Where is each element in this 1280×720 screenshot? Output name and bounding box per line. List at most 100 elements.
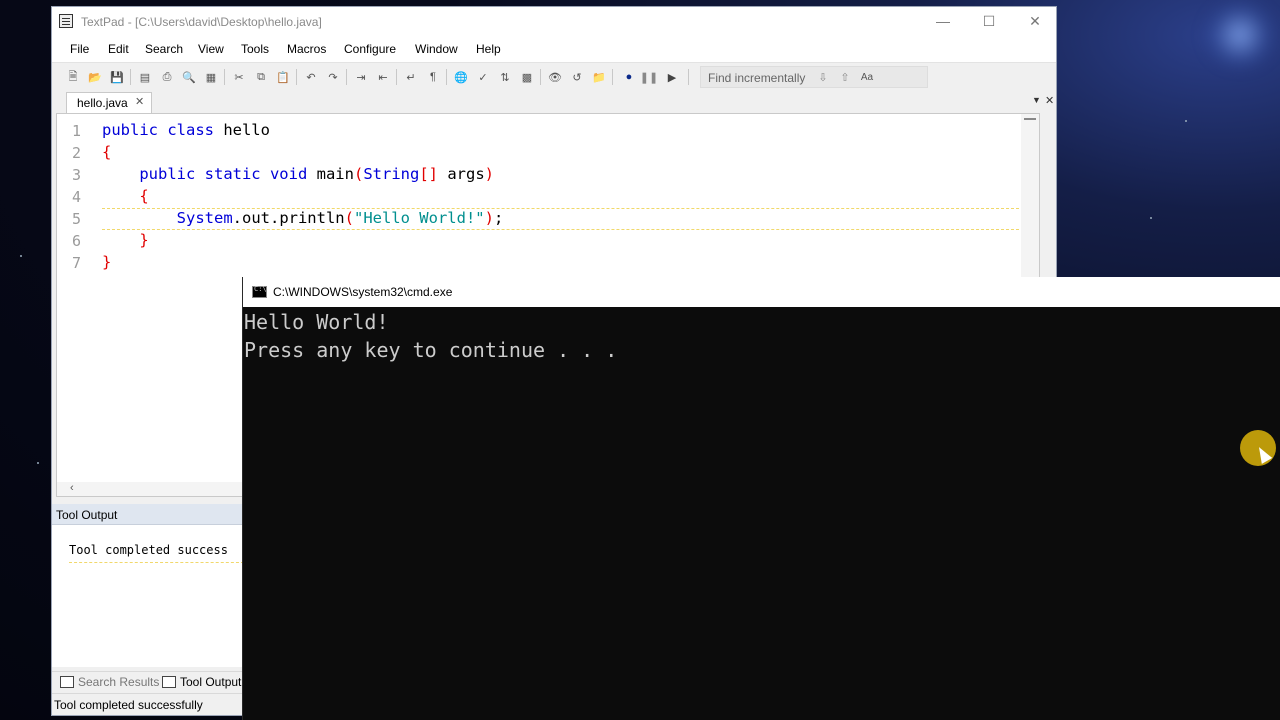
toolbar-separator <box>612 69 613 85</box>
textpad-titlebar[interactable]: TextPad - [C:\Users\david\Desktop\hello.… <box>52 7 1056 36</box>
tool-output-icon <box>162 676 176 688</box>
save-all-icon[interactable]: ▤ <box>137 69 153 85</box>
search-results-icon <box>60 676 74 688</box>
menu-search[interactable]: Search <box>145 42 183 56</box>
code-line-4[interactable]: { <box>102 187 148 205</box>
toolbar: 🗎 📂 💾 ▤ ⎙ 🔍 ▦ ✂ ⧉ 📋 ↶ ↷ ⇥ ⇤ ↵ ¶ 🌐 ✓ ⇅ ▩ … <box>52 62 1056 91</box>
tool-output-message: Tool completed success <box>69 543 228 557</box>
save-icon[interactable]: 💾 <box>109 69 125 85</box>
word-wrap-icon[interactable]: ↵ <box>403 69 419 85</box>
cut-icon[interactable]: ✂ <box>231 69 247 85</box>
print-icon[interactable]: ⎙ <box>159 69 175 85</box>
find-in-files-icon[interactable]: 📁 <box>591 69 607 85</box>
find-incrementally-placeholder: Find incrementally <box>708 71 806 85</box>
menu-configure[interactable]: Configure <box>344 42 396 56</box>
pause-macro-icon[interactable]: ❚❚ <box>640 69 658 85</box>
line-number: 3 <box>71 166 81 184</box>
play-macro-icon[interactable]: ▶ <box>664 69 680 85</box>
document-tab-bar: hello.java ✕ ▼ ✕ <box>52 90 1056 113</box>
scroll-thumb[interactable] <box>1024 118 1036 120</box>
cmd-titlebar[interactable]: C:\WINDOWS\system32\cmd.exe <box>243 277 1280 307</box>
toolbar-separator <box>446 69 447 85</box>
cmd-title: C:\WINDOWS\system32\cmd.exe <box>273 285 453 299</box>
code-line-5[interactable]: System.out.println("Hello World!"); <box>102 209 504 227</box>
cmd-window[interactable]: C:\WINDOWS\system32\cmd.exe Hello World!… <box>242 277 1280 720</box>
star <box>1150 217 1152 219</box>
line-number: 1 <box>71 122 81 140</box>
code-line-2[interactable]: { <box>102 143 111 161</box>
compare-icon[interactable]: ▩ <box>519 69 535 85</box>
redo-icon[interactable]: ↷ <box>325 69 341 85</box>
pilcrow-icon[interactable]: ¶ <box>425 69 441 85</box>
line-number: 4 <box>71 188 81 206</box>
close-button[interactable]: ✕ <box>1012 7 1058 36</box>
scroll-left-icon[interactable]: ‹ <box>70 482 74 494</box>
tab-label: hello.java <box>77 96 128 110</box>
menu-edit[interactable]: Edit <box>108 42 129 56</box>
find-icon[interactable]: 👁 <box>547 69 563 85</box>
toolbar-separator <box>346 69 347 85</box>
line-number: 2 <box>71 144 81 162</box>
copy-icon[interactable]: ⧉ <box>253 69 269 85</box>
maximize-button[interactable]: ☐ <box>966 7 1012 36</box>
status-bar: Tool completed successfully <box>52 693 244 715</box>
properties-icon[interactable]: ▦ <box>203 69 219 85</box>
tab-hello-java[interactable]: hello.java ✕ <box>66 92 152 113</box>
find-incrementally-box[interactable]: Find incrementally ⇩ ⇧ Aa <box>700 66 928 88</box>
toolbar-separator <box>130 69 131 85</box>
status-text: Tool completed successfully <box>54 698 203 712</box>
toolbar-separator <box>224 69 225 85</box>
new-file-icon[interactable]: 🗎 <box>65 69 81 85</box>
match-case-icon[interactable]: Aa <box>859 69 875 85</box>
star <box>1185 120 1187 122</box>
toolbar-separator <box>688 69 689 85</box>
print-preview-icon[interactable]: 🔍 <box>181 69 197 85</box>
textpad-app-icon[interactable] <box>59 14 73 28</box>
console-output-line: Press any key to continue . . . <box>244 338 618 362</box>
code-line-6[interactable]: } <box>102 231 148 249</box>
code-line-1[interactable]: public class hello <box>102 121 270 139</box>
tab-tool-output[interactable]: Tool Output <box>162 675 241 689</box>
outdent-icon[interactable]: ⇤ <box>375 69 391 85</box>
paste-icon[interactable]: 📋 <box>275 69 291 85</box>
code-line-3[interactable]: public static void main(String[] args) <box>102 165 494 183</box>
menu-help[interactable]: Help <box>476 42 501 56</box>
close-tab-icon[interactable]: ✕ <box>135 95 144 108</box>
open-folder-icon[interactable]: 📂 <box>87 69 103 85</box>
console-output-line: Hello World! <box>244 310 389 334</box>
spell-check-icon[interactable]: ✓ <box>475 69 491 85</box>
menu-macros[interactable]: Macros <box>287 42 326 56</box>
tab-search-results-label: Search Results <box>78 675 160 689</box>
record-macro-icon[interactable]: ● <box>621 69 637 85</box>
sort-icon[interactable]: ⇅ <box>497 69 513 85</box>
menubar: File Edit Search View Tools Macros Confi… <box>52 36 1056 62</box>
tool-output-pane: Tool Output Tool completed success Searc… <box>52 504 244 715</box>
toolbar-separator <box>540 69 541 85</box>
close-document-icon[interactable]: ✕ <box>1045 94 1054 107</box>
menu-window[interactable]: Window <box>415 42 458 56</box>
output-tab-bar: Search Results Tool Output <box>52 671 244 694</box>
minimize-button[interactable]: — <box>920 7 966 36</box>
menu-tools[interactable]: Tools <box>241 42 269 56</box>
code-line-7[interactable]: } <box>102 253 111 271</box>
star <box>37 462 39 464</box>
toolbar-separator <box>296 69 297 85</box>
tool-output-title: Tool Output <box>56 508 118 522</box>
tab-search-results[interactable]: Search Results <box>60 675 159 689</box>
tool-output-header: Tool Output <box>52 504 244 525</box>
tab-list-dropdown-icon[interactable]: ▼ <box>1032 95 1041 105</box>
line-number: 7 <box>71 254 81 272</box>
web-browser-icon[interactable]: 🌐 <box>453 69 469 85</box>
tab-tool-output-label: Tool Output <box>180 675 242 689</box>
undo-icon[interactable]: ↶ <box>303 69 319 85</box>
line-number: 6 <box>71 232 81 250</box>
menu-file[interactable]: File <box>70 42 89 56</box>
line-number: 5 <box>71 210 81 228</box>
find-next-down-icon[interactable]: ⇩ <box>815 69 831 85</box>
menu-view[interactable]: View <box>198 42 224 56</box>
indent-icon[interactable]: ⇥ <box>353 69 369 85</box>
toolbar-separator <box>396 69 397 85</box>
find-previous-up-icon[interactable]: ⇧ <box>837 69 853 85</box>
tool-output-body[interactable]: Tool completed success <box>52 525 244 667</box>
replace-icon[interactable]: ↺ <box>569 69 585 85</box>
